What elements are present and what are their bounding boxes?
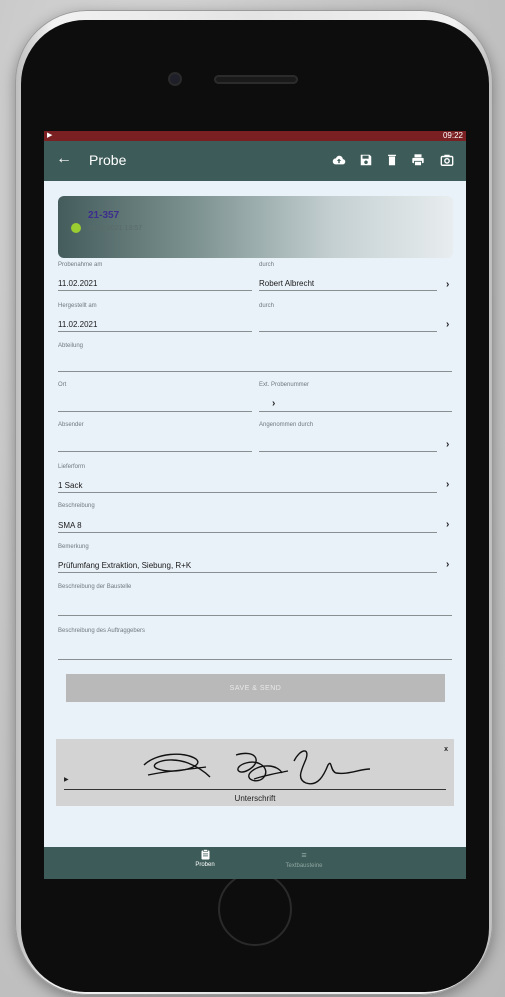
probenahme-label: Probenahme am: [58, 262, 103, 268]
hergestellt-field[interactable]: 11.02.2021: [58, 320, 97, 329]
sample-date: 11.02.2021 13:57: [88, 225, 142, 232]
front-camera: [170, 74, 180, 84]
chevron-right-icon[interactable]: ›: [446, 479, 449, 490]
auftraggeber-underline: [58, 659, 452, 660]
chevron-right-icon[interactable]: ›: [446, 519, 449, 530]
delete-icon[interactable]: [385, 153, 399, 167]
ext-probenummer-label: Ext. Probenummer: [259, 382, 310, 388]
status-bar: ▶ 09:22: [44, 131, 466, 141]
hergestellt-underline: [58, 331, 252, 332]
durch1-underline: [259, 290, 437, 291]
ort-label: Ort: [58, 382, 67, 388]
tab-proben[interactable]: Proben: [165, 849, 245, 868]
auftraggeber-label: Beschreibung des Auftraggebers: [58, 628, 146, 634]
lieferform-label: Lieferform: [58, 464, 86, 470]
list-icon: ≡: [301, 850, 307, 860]
clipboard-icon: [201, 849, 209, 860]
chevron-right-icon[interactable]: ›: [272, 398, 275, 409]
durch1-field[interactable]: Robert Albrecht: [259, 279, 314, 288]
absender-underline: [58, 451, 252, 452]
save-icon[interactable]: [359, 153, 373, 167]
lieferform-underline: [58, 492, 437, 493]
durch2-label: durch: [259, 303, 275, 309]
baustelle-underline: [58, 615, 452, 616]
abteilung-label: Abteilung: [58, 343, 84, 349]
signature-start-icon: ▶: [64, 777, 69, 783]
cloud-upload-icon[interactable]: [332, 153, 346, 167]
home-button[interactable]: [218, 872, 292, 946]
abteilung-underline: [58, 371, 452, 372]
signature-baseline: [64, 789, 446, 790]
app-toolbar: ← Probe: [44, 141, 466, 181]
baustelle-label: Beschreibung der Baustelle: [58, 584, 132, 590]
play-icon: ▶: [47, 132, 53, 139]
bemerkung-label: Bemerkung: [58, 544, 89, 550]
tab-proben-label: Proben: [195, 862, 215, 868]
tab-textbausteine[interactable]: ≡ Textbausteine: [264, 849, 344, 869]
beschreibung-field[interactable]: SMA 8: [58, 521, 82, 530]
check-icon: [71, 223, 81, 233]
chevron-right-icon[interactable]: ›: [446, 559, 449, 570]
chevron-right-icon[interactable]: ›: [446, 439, 449, 450]
ort-underline: [58, 411, 252, 412]
lieferform-field[interactable]: 1 Sack: [58, 481, 82, 490]
chevron-right-icon[interactable]: ›: [446, 279, 449, 290]
camera-icon[interactable]: [440, 153, 454, 167]
print-icon[interactable]: [411, 153, 425, 167]
page-title: Probe: [89, 152, 127, 168]
status-time: 09:22: [442, 131, 463, 140]
bottom-navigation: Proben ≡ Textbausteine: [44, 847, 466, 879]
signature-caption: Unterschrift: [234, 794, 276, 803]
earpiece-speaker: [214, 75, 298, 84]
ext-probenummer-underline: [259, 411, 452, 412]
bemerkung-underline: [58, 572, 437, 573]
bemerkung-field[interactable]: Prüfumfang Extraktion, Siebung, R+K: [58, 561, 191, 570]
durch1-label: durch: [259, 262, 275, 268]
probenahme-underline: [58, 290, 252, 291]
tab-textbausteine-label: Textbausteine: [285, 863, 323, 869]
clear-signature-icon[interactable]: x: [444, 746, 448, 753]
angenommen-label: Angenommen durch: [259, 422, 314, 428]
hergestellt-label: Hergestellt am: [58, 303, 97, 309]
app-screen: ▶ 09:22 ← Probe 21-357 11.02.2021 13:57 …: [44, 131, 466, 879]
absender-label: Absender: [58, 422, 84, 428]
angenommen-underline: [259, 451, 437, 452]
probenahme-field[interactable]: 11.02.2021: [58, 279, 97, 288]
signature-pad[interactable]: x ▶ Unterschrift: [56, 739, 454, 806]
beschreibung-underline: [58, 532, 437, 533]
back-arrow-icon[interactable]: ←: [56, 150, 72, 168]
sample-header-card[interactable]: 21-357 11.02.2021 13:57: [58, 196, 453, 258]
durch2-underline: [259, 331, 437, 332]
sample-number: 21-357: [88, 210, 120, 221]
save-and-send-button[interactable]: SAVE & SEND: [66, 674, 445, 702]
chevron-right-icon[interactable]: ›: [446, 319, 449, 330]
beschreibung-label: Beschreibung: [58, 503, 95, 509]
